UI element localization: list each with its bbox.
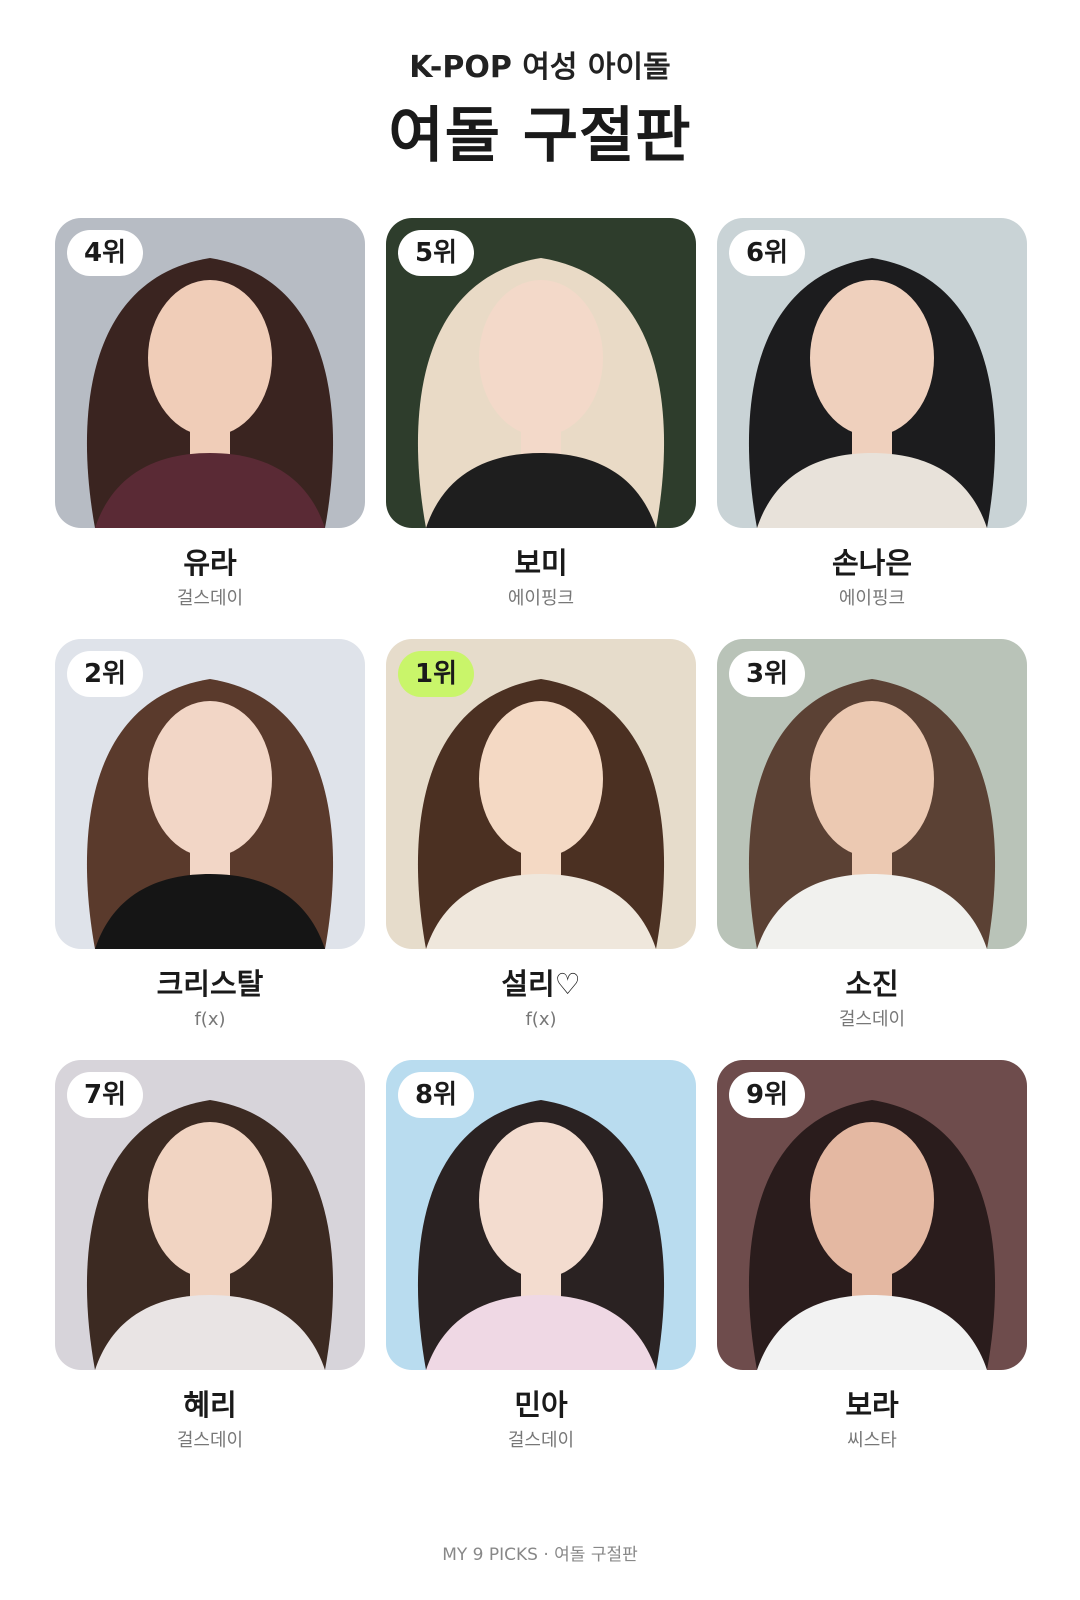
page-title: 여돌 구절판: [388, 101, 692, 171]
idol-card[interactable]: 6위 손나은 에이핑크: [717, 218, 1027, 639]
idol-name: 보미: [514, 546, 568, 580]
idol-card[interactable]: 8위 민아 걸스데이: [386, 1060, 696, 1481]
idol-group: 걸스데이: [176, 588, 244, 609]
idol-name: 손나은: [831, 546, 913, 580]
idol-group: 에이핑크: [507, 588, 575, 609]
idol-group: f(x): [525, 1009, 557, 1030]
rank-badge: 8위: [398, 1072, 474, 1118]
rank-badge: 1위: [398, 651, 474, 697]
rank-badge: 4위: [67, 230, 143, 276]
idol-grid: 4위 유라 걸스데이 5위 보미 에이핑크 6위 손나은 에이핑크 2위 크리스…: [55, 218, 1027, 1481]
idol-name: 크리스탈: [156, 967, 264, 1001]
idol-group: 걸스데이: [507, 1430, 575, 1451]
idol-card[interactable]: 5위 보미 에이핑크: [386, 218, 696, 639]
idol-group: 에이핑크: [838, 588, 906, 609]
idol-card[interactable]: 9위 보라 씨스타: [717, 1060, 1027, 1481]
idol-card[interactable]: 3위 소진 걸스데이: [717, 639, 1027, 1060]
rank-badge: 6위: [729, 230, 805, 276]
rank-badge: 3위: [729, 651, 805, 697]
rank-badge: 7위: [67, 1072, 143, 1118]
idol-name: 설리♡: [501, 967, 581, 1001]
idol-group: f(x): [194, 1009, 226, 1030]
rank-badge: 2위: [67, 651, 143, 697]
idol-card[interactable]: 1위 설리♡ f(x): [386, 639, 696, 1060]
idol-name: 보라: [845, 1388, 899, 1422]
page-subtitle: K-POP 여성 아이돌: [409, 50, 671, 85]
idol-name: 유라: [183, 546, 237, 580]
footer-caption: MY 9 PICKS · 여돌 구절판: [442, 1545, 638, 1565]
idol-name: 소진: [845, 967, 899, 1001]
idol-group: 걸스데이: [176, 1430, 244, 1451]
idol-name: 혜리: [183, 1388, 237, 1422]
rank-badge: 9위: [729, 1072, 805, 1118]
idol-card[interactable]: 2위 크리스탈 f(x): [55, 639, 365, 1060]
rank-badge: 5위: [398, 230, 474, 276]
idol-name: 민아: [514, 1388, 568, 1422]
idol-group: 씨스타: [847, 1430, 897, 1451]
idol-card[interactable]: 7위 혜리 걸스데이: [55, 1060, 365, 1481]
idol-group: 걸스데이: [838, 1009, 906, 1030]
idol-card[interactable]: 4위 유라 걸스데이: [55, 218, 365, 639]
